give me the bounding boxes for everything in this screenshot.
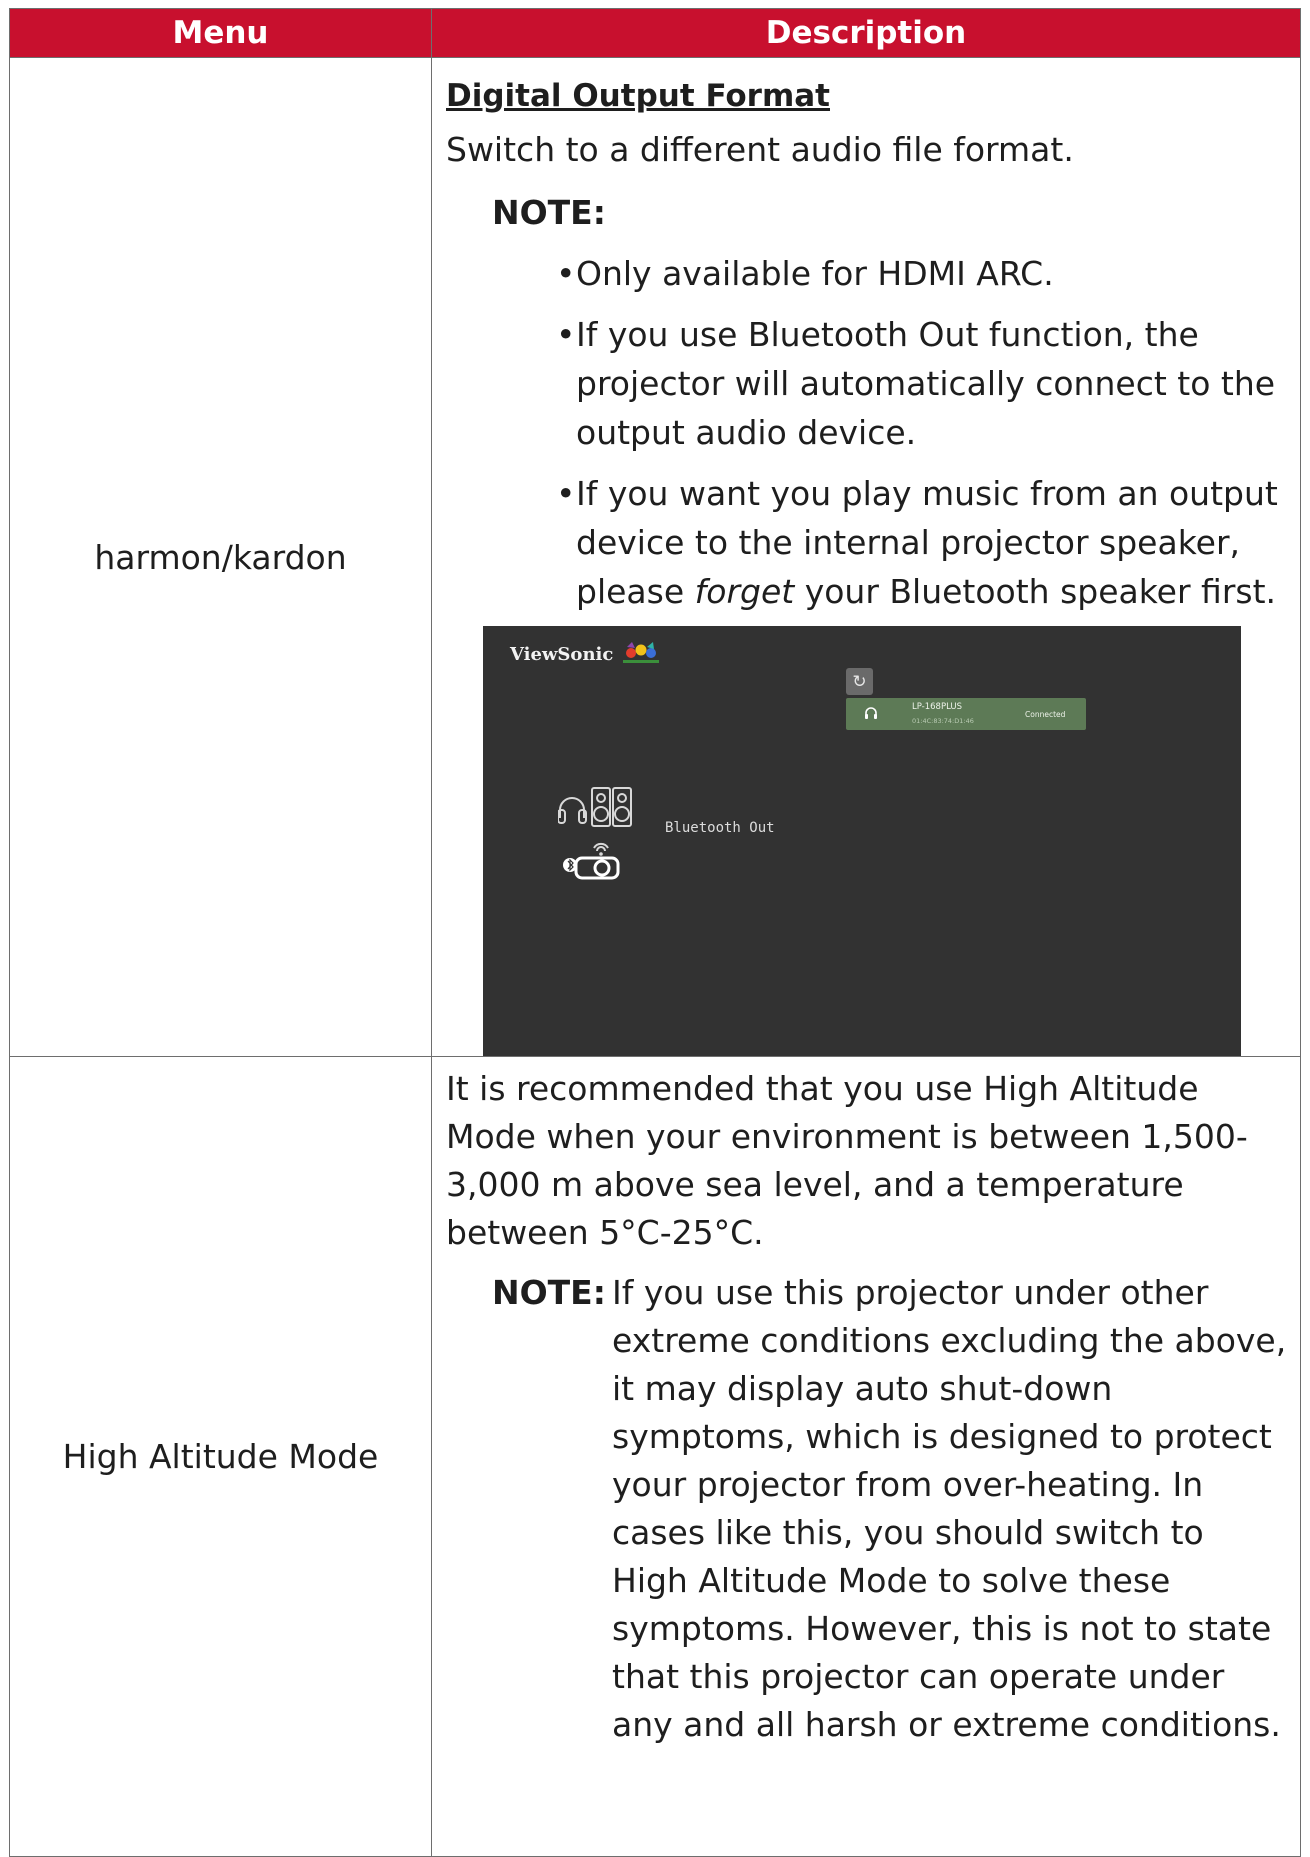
- note-item: If you use Bluetooth Out function, the p…: [556, 310, 1290, 457]
- description-cell: Digital Output Format Switch to a differ…: [431, 57, 1301, 1057]
- bluetooth-out-label: Bluetooth Out: [665, 820, 775, 836]
- note-label: NOTE:: [492, 193, 606, 232]
- note-item: If you want you play music from an outpu…: [556, 469, 1290, 616]
- brand-logo: ViewSonic: [510, 644, 614, 665]
- section-text: Switch to a different audio file format.: [446, 130, 1074, 169]
- device-row[interactable]: LP-168PLUS 01:4C:83:74:D1:46 Connected: [846, 698, 1086, 730]
- header-description: Description: [431, 8, 1301, 58]
- table-header-row: Menu Description: [9, 8, 1301, 58]
- note-text: your Bluetooth speaker first.: [794, 572, 1277, 611]
- note-block: NOTE: If you use this projector under ot…: [446, 1269, 1290, 1749]
- header-menu: Menu: [9, 8, 432, 58]
- note-list: Only available for HDMI ARC. If you use …: [446, 249, 1290, 616]
- device-address: 01:4C:83:74:D1:46: [912, 717, 974, 725]
- note-emphasis: forget: [694, 572, 795, 611]
- menu-cell-harmon-kardon: harmon/kardon: [9, 57, 432, 1057]
- note-label: NOTE:: [492, 1273, 606, 1312]
- description-cell: It is recommended that you use High Alti…: [431, 1056, 1301, 1857]
- refresh-icon[interactable]: ↻: [846, 668, 873, 695]
- device-name: LP-168PLUS: [912, 702, 963, 712]
- bluetooth-out-screenshot: ViewSonic ↻ LP-168PLUS 01:4C:83:74:D1:46…: [483, 626, 1241, 1056]
- birds-logo-icon: [623, 642, 659, 663]
- note-item: Only available for HDMI ARC.: [556, 249, 1290, 298]
- table-row: harmon/kardon Digital Output Format Swit…: [9, 57, 1301, 1057]
- device-status: Connected: [1025, 710, 1066, 719]
- menu-table: Menu Description harmon/kardon Digital O…: [9, 8, 1301, 1857]
- table-row: High Altitude Mode It is recommended tha…: [9, 1056, 1301, 1857]
- note-text: If you use this projector under other ex…: [612, 1273, 1287, 1744]
- menu-cell-high-altitude-mode: High Altitude Mode: [9, 1056, 432, 1857]
- description-paragraph: It is recommended that you use High Alti…: [446, 1069, 1248, 1252]
- headphones-icon: [865, 707, 877, 719]
- bluetooth-out-icon: [558, 787, 632, 880]
- section-title: Digital Output Format: [446, 78, 830, 114]
